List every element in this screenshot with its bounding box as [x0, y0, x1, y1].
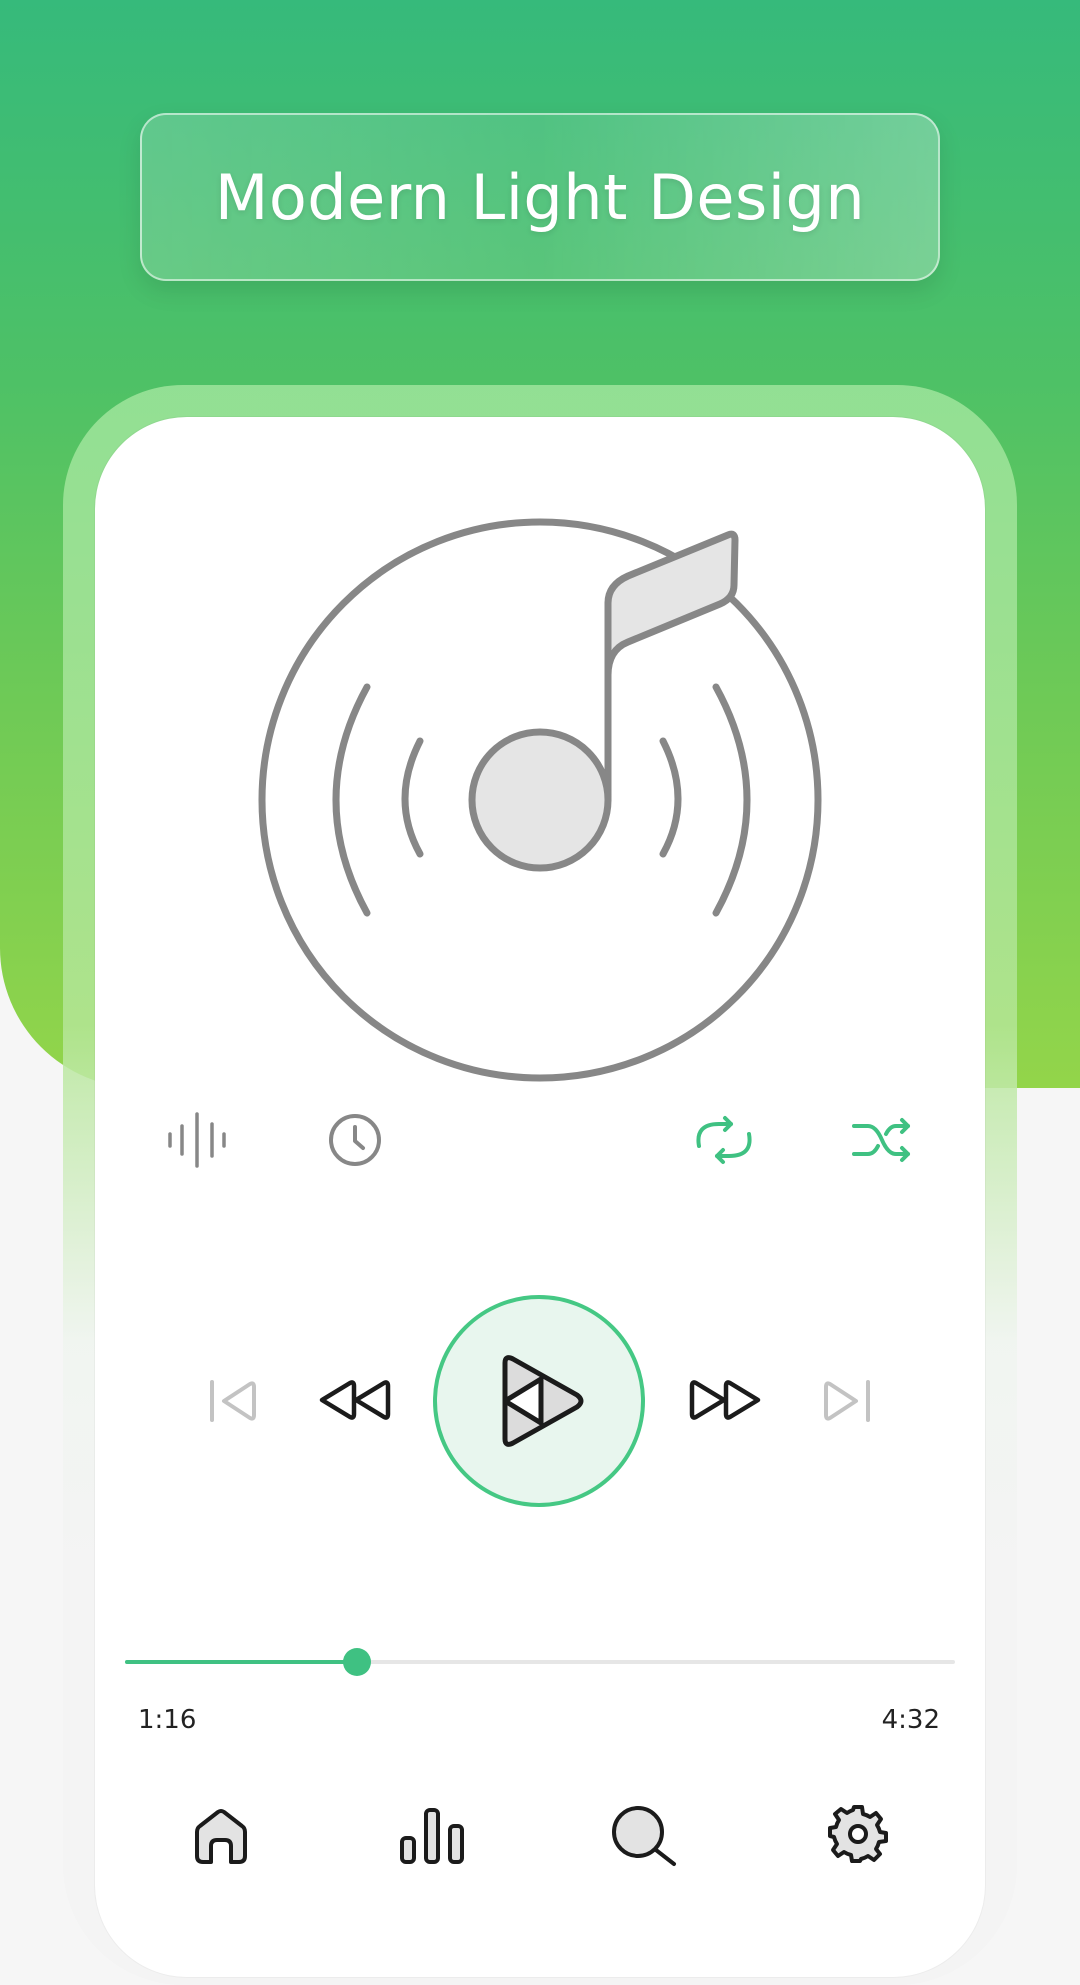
repeat-icon: [696, 1116, 752, 1164]
shuffle-icon: [852, 1118, 910, 1162]
seek-thumb[interactable]: [342, 1648, 371, 1676]
sleep-timer-button[interactable]: [322, 1110, 388, 1170]
banner-title: Modern Light Design: [214, 160, 866, 234]
nav-home[interactable]: [185, 1800, 257, 1872]
elapsed-time: 1:16: [138, 1705, 197, 1735]
rewind-button[interactable]: [312, 1372, 396, 1428]
bar-chart-icon: [400, 1808, 464, 1864]
title-banner: Modern Light Design: [140, 113, 940, 281]
skip-previous-icon: [210, 1380, 256, 1422]
nav-charts[interactable]: [396, 1800, 468, 1872]
skip-next-icon: [824, 1380, 870, 1422]
seek-progress: [125, 1660, 357, 1664]
next-track-button[interactable]: [816, 1375, 880, 1427]
repeat-button[interactable]: [686, 1110, 762, 1170]
shuffle-button[interactable]: [844, 1110, 920, 1170]
music-disc-icon: [258, 518, 822, 1082]
waveform-icon: [168, 1112, 226, 1168]
play-button[interactable]: [433, 1295, 645, 1507]
equalizer-button[interactable]: [160, 1110, 234, 1170]
clock-icon: [329, 1114, 381, 1166]
fast-forward-button[interactable]: [684, 1372, 768, 1428]
fast-forward-icon: [689, 1380, 761, 1420]
home-icon: [195, 1809, 247, 1864]
search-icon: [612, 1806, 676, 1866]
play-icon: [502, 1355, 584, 1447]
seek-bar[interactable]: [125, 1648, 955, 1676]
nav-settings[interactable]: [822, 1798, 894, 1870]
total-duration: 4:32: [881, 1705, 940, 1735]
rewind-icon: [319, 1380, 391, 1420]
previous-track-button[interactable]: [200, 1375, 264, 1427]
nav-search[interactable]: [608, 1800, 682, 1872]
gear-icon: [828, 1805, 888, 1863]
